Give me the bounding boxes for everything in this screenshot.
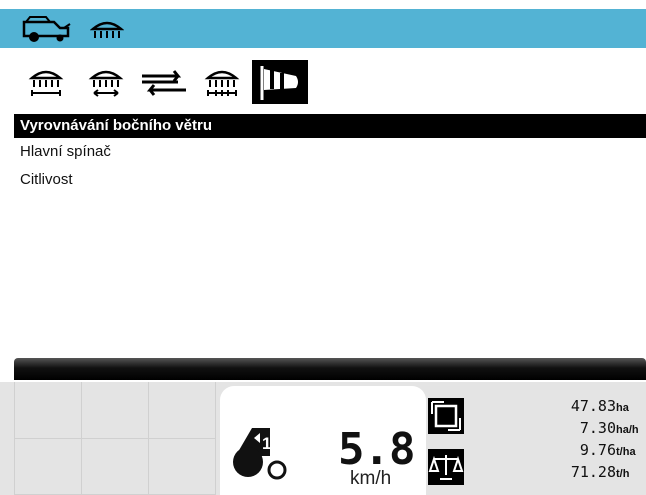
weight-counter-button[interactable] xyxy=(428,449,464,485)
soft-key-slot[interactable] xyxy=(82,382,149,439)
status-area: 1 5.8 km/h 47.83ha 7.30ha/h 9.76t/ha 71.… xyxy=(0,382,646,495)
spreader-icon[interactable] xyxy=(90,19,124,39)
area-frame-icon xyxy=(431,401,461,431)
spreader-width-icon xyxy=(28,70,64,96)
tab-spreader-border[interactable] xyxy=(88,60,124,104)
tab-direction-swap[interactable] xyxy=(138,60,190,104)
scale-icon xyxy=(428,455,464,480)
menu-item-main-switch[interactable]: Hlavní spínač xyxy=(14,140,646,164)
tab-bar xyxy=(14,60,646,106)
soft-key-slot[interactable] xyxy=(15,439,82,495)
soft-key-slot[interactable] xyxy=(149,439,216,495)
soft-key-slot[interactable] xyxy=(15,382,82,439)
panel-divider xyxy=(14,358,646,380)
menu-item-crosswind-compensation[interactable]: Vyrovnávání bočního větru xyxy=(14,114,646,138)
top-bar xyxy=(0,9,646,48)
speed-unit: km/h xyxy=(350,468,392,489)
gear-indicator: 1 xyxy=(262,434,272,453)
spreader-border-icon xyxy=(88,70,124,97)
combine-harvester-icon[interactable] xyxy=(20,14,72,44)
spreader-sections-icon xyxy=(204,70,240,96)
windsock-icon xyxy=(260,66,298,100)
direction-swap-icon xyxy=(142,70,186,96)
area-counter-button[interactable] xyxy=(428,398,464,434)
readout-application-rate: 9.76t/ha xyxy=(579,441,636,459)
tractor-icon xyxy=(233,428,287,480)
speed-card: 1 5.8 km/h xyxy=(220,386,426,495)
menu-panel: Vyrovnávání bočního větru Hlavní spínač … xyxy=(14,106,646,356)
tab-spreader-width[interactable] xyxy=(28,60,64,104)
menu-item-sensitivity[interactable]: Citlivost xyxy=(14,168,646,192)
tab-spreader-sections[interactable] xyxy=(204,60,240,104)
readout-flow-rate: 71.28t/h xyxy=(570,463,630,481)
soft-key-slot[interactable] xyxy=(149,382,216,439)
counter-readouts: 47.83ha 7.30ha/h 9.76t/ha 71.28t/h xyxy=(464,396,644,484)
readout-area: 47.83ha xyxy=(570,397,629,415)
readout-area-rate: 7.30ha/h xyxy=(579,419,639,437)
tab-windsock[interactable] xyxy=(252,60,308,104)
soft-key-grid xyxy=(14,382,216,495)
soft-key-slot[interactable] xyxy=(82,439,149,495)
